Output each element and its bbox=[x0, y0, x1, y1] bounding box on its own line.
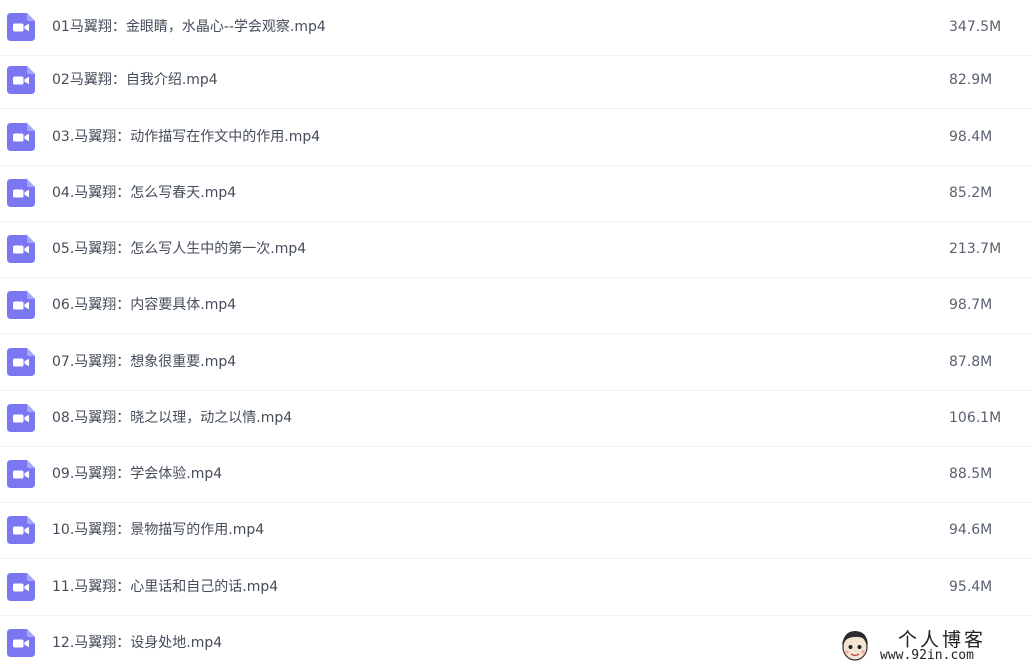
file-name[interactable]: 08.马翼翔：晓之以理，动之以情.mp4 bbox=[52, 391, 292, 446]
file-list: 01马翼翔：金眼睛，水晶心--学会观察.mp4 347.5M 02马翼翔：自我介… bbox=[0, 0, 1031, 668]
file-size: 85.2M bbox=[949, 185, 993, 201]
file-row[interactable]: 04.马翼翔：怎么写春天.mp4 85.2M bbox=[0, 166, 1031, 222]
file-name[interactable]: 03.马翼翔：动作描写在作文中的作用.mp4 bbox=[52, 110, 320, 165]
file-row[interactable]: 09.马翼翔：学会体验.mp4 88.5M bbox=[0, 447, 1031, 503]
file-row[interactable]: 10.马翼翔：景物描写的作用.mp4 94.6M bbox=[0, 503, 1031, 559]
file-row[interactable]: 11.马翼翔：心里话和自己的话.mp4 95.4M bbox=[0, 560, 1031, 616]
video-file-icon bbox=[7, 404, 35, 432]
video-file-icon bbox=[7, 13, 35, 41]
file-name[interactable]: 05.马翼翔：怎么写人生中的第一次.mp4 bbox=[52, 222, 306, 277]
file-row[interactable]: 02马翼翔：自我介绍.mp4 82.9M bbox=[0, 53, 1031, 109]
video-file-icon bbox=[7, 179, 35, 207]
file-name[interactable]: 01马翼翔：金眼睛，水晶心--学会观察.mp4 bbox=[52, 0, 326, 55]
file-row[interactable]: 01马翼翔：金眼睛，水晶心--学会观察.mp4 347.5M bbox=[0, 0, 1031, 56]
file-name[interactable]: 12.马翼翔：设身处地.mp4 bbox=[52, 616, 222, 668]
file-name[interactable]: 10.马翼翔：景物描写的作用.mp4 bbox=[52, 503, 264, 558]
file-size: 98.7M bbox=[949, 297, 993, 313]
video-file-icon bbox=[7, 66, 35, 94]
watermark-avatar-icon bbox=[842, 631, 868, 661]
file-name[interactable]: 09.马翼翔：学会体验.mp4 bbox=[52, 447, 222, 502]
file-name[interactable]: 04.马翼翔：怎么写春天.mp4 bbox=[52, 166, 236, 221]
file-name[interactable]: 07.马翼翔：想象很重要.mp4 bbox=[52, 335, 236, 390]
file-size: 87.8M bbox=[949, 354, 993, 370]
watermark: 个人博客 www.92in.com bbox=[838, 625, 1028, 667]
file-name[interactable]: 06.马翼翔：内容要具体.mp4 bbox=[52, 278, 236, 333]
file-size: 347.5M bbox=[949, 19, 1002, 35]
file-name[interactable]: 02马翼翔：自我介绍.mp4 bbox=[52, 53, 218, 108]
file-row[interactable]: 07.马翼翔：想象很重要.mp4 87.8M bbox=[0, 335, 1031, 391]
file-row[interactable]: 06.马翼翔：内容要具体.mp4 98.7M bbox=[0, 278, 1031, 334]
video-file-icon bbox=[7, 235, 35, 263]
file-row[interactable]: 08.马翼翔：晓之以理，动之以情.mp4 106.1M bbox=[0, 391, 1031, 447]
video-file-icon bbox=[7, 123, 35, 151]
watermark-url: www.92in.com bbox=[880, 648, 974, 663]
video-file-icon bbox=[7, 629, 35, 657]
file-name[interactable]: 11.马翼翔：心里话和自己的话.mp4 bbox=[52, 560, 278, 615]
file-size: 94.6M bbox=[949, 522, 993, 538]
file-size: 88.5M bbox=[949, 466, 993, 482]
video-file-icon bbox=[7, 291, 35, 319]
video-file-icon bbox=[7, 516, 35, 544]
file-size: 213.7M bbox=[949, 241, 1002, 257]
file-size: 106.1M bbox=[949, 410, 1002, 426]
file-size: 95.4M bbox=[949, 579, 993, 595]
file-size: 98.4M bbox=[949, 129, 993, 145]
file-row[interactable]: 03.马翼翔：动作描写在作文中的作用.mp4 98.4M bbox=[0, 110, 1031, 166]
file-size: 82.9M bbox=[949, 72, 993, 88]
video-file-icon bbox=[7, 573, 35, 601]
video-file-icon bbox=[7, 348, 35, 376]
video-file-icon bbox=[7, 460, 35, 488]
file-row[interactable]: 05.马翼翔：怎么写人生中的第一次.mp4 213.7M bbox=[0, 222, 1031, 278]
